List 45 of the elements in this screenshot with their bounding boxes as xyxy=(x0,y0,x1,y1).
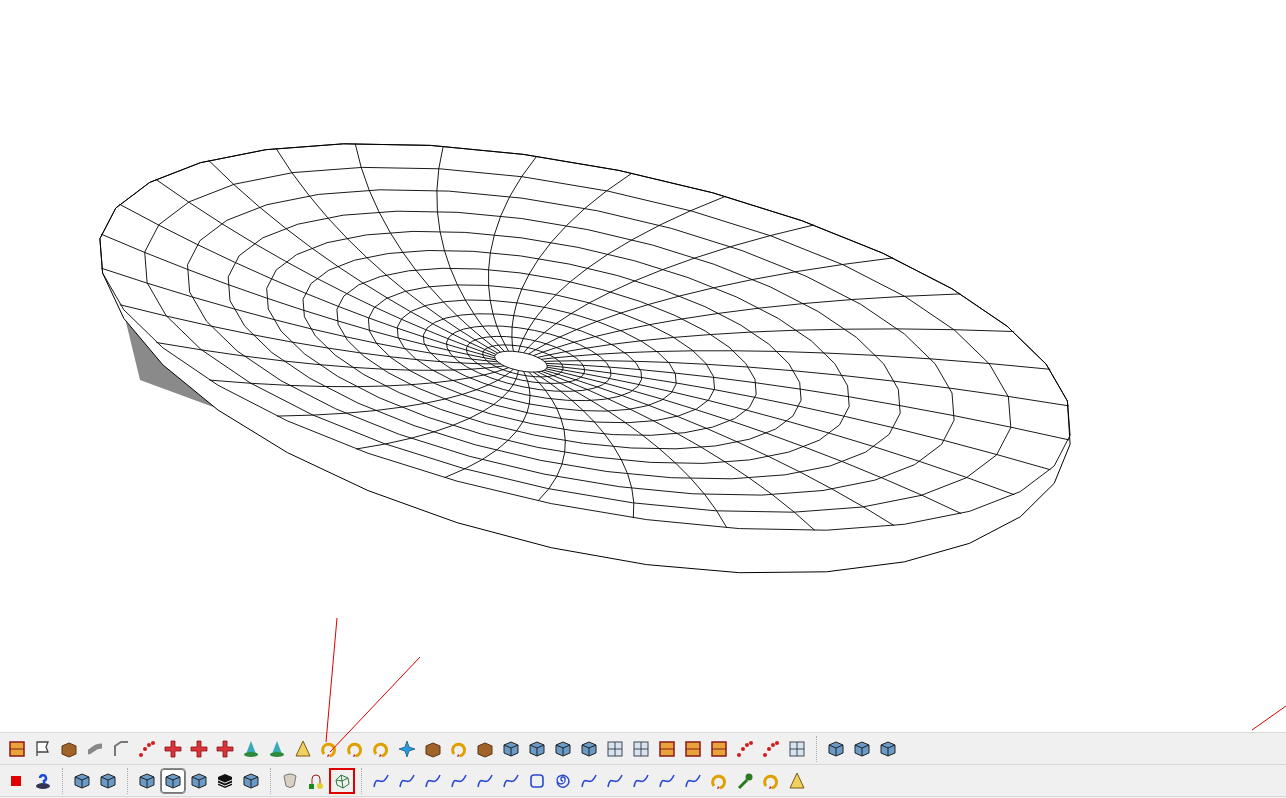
dots-icon xyxy=(736,739,754,758)
fold-icon xyxy=(112,739,130,758)
square-icon xyxy=(528,771,546,790)
cube-icon xyxy=(554,739,572,758)
cube-icon xyxy=(73,771,91,790)
cube-icon xyxy=(528,739,546,758)
cube-icon xyxy=(580,739,598,758)
grid-icon xyxy=(788,739,806,758)
triangle-icon xyxy=(788,771,806,790)
annotation-line xyxy=(1251,705,1286,731)
flag-icon xyxy=(34,739,52,758)
shell-icon xyxy=(281,771,299,790)
panel-icon xyxy=(658,739,676,758)
panel-icon xyxy=(710,739,728,758)
cone-icon xyxy=(268,739,286,758)
toolbar-button[interactable] xyxy=(160,767,186,794)
grid-icon xyxy=(632,739,650,758)
cross-icon xyxy=(216,739,234,758)
wrench-icon xyxy=(736,771,754,790)
cube-icon xyxy=(190,771,208,790)
node-icon xyxy=(307,771,325,790)
panel-icon xyxy=(8,739,26,758)
star-icon xyxy=(398,739,416,758)
triangle-icon xyxy=(294,739,312,758)
cross-icon xyxy=(190,739,208,758)
box-icon xyxy=(476,739,494,758)
dots-icon xyxy=(138,739,156,758)
cube-icon xyxy=(99,771,117,790)
stripes-icon xyxy=(216,771,234,790)
box-icon xyxy=(424,739,442,758)
box-icon xyxy=(60,739,78,758)
cube-icon xyxy=(853,739,871,758)
cone-icon xyxy=(242,739,260,758)
mesh-icon xyxy=(333,771,351,790)
dots-icon xyxy=(762,739,780,758)
cube-icon xyxy=(164,771,182,790)
cube-icon xyxy=(502,739,520,758)
cube-icon xyxy=(138,771,156,790)
panel-icon xyxy=(684,739,702,758)
cube-icon xyxy=(242,771,260,790)
cube-icon xyxy=(879,739,897,758)
help-icon xyxy=(34,771,52,790)
cube-icon xyxy=(827,739,845,758)
grid-icon xyxy=(606,739,624,758)
cross-icon xyxy=(164,739,182,758)
